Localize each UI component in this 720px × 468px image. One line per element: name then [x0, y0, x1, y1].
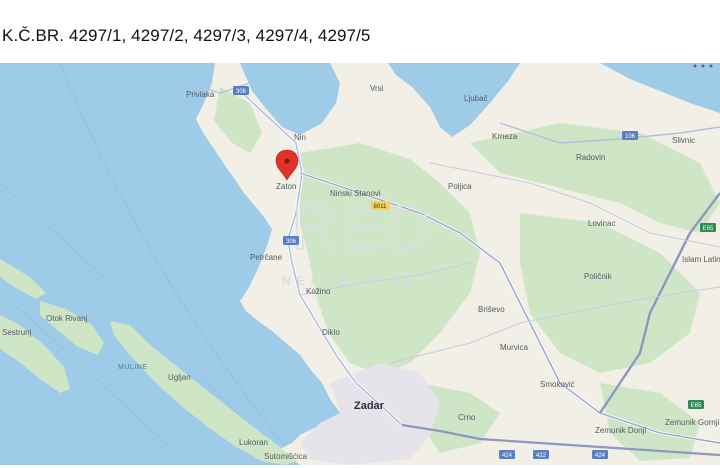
- shield-422-label: 422: [536, 453, 547, 459]
- shield-e65-south: E65: [688, 400, 704, 409]
- label-islam-latin: Islam Latins: [682, 255, 720, 264]
- shield-306-south: 306: [283, 236, 299, 245]
- label-lovinac: Lovinac: [588, 219, 616, 228]
- label-ninski-stanovi: Ninski Stanovi: [330, 189, 381, 198]
- shield-106-label: 106: [625, 134, 636, 140]
- shield-e65-north: E65: [700, 223, 716, 232]
- label-vrsi: Vrsi: [370, 84, 384, 93]
- shield-422: 422: [533, 450, 549, 459]
- label-diklo: Diklo: [322, 328, 340, 337]
- shield-424-east-label: 424: [595, 453, 606, 459]
- label-otok-rivanj: Otok Rivanj: [46, 314, 88, 323]
- label-muline: MULINE: [118, 364, 147, 371]
- label-zemunik-donji: Zemunik Donji: [595, 426, 646, 435]
- label-lukoran: Lukoran: [239, 438, 268, 447]
- label-kozino: Kožino: [306, 287, 331, 296]
- label-krneza: Krneza: [492, 132, 518, 141]
- shield-8011-label: 8011: [374, 204, 388, 210]
- map-view[interactable]: RED NEKRETNINE 306 306 106 E65 8011 E65 …: [0, 63, 720, 465]
- label-poljica: Poljica: [448, 182, 472, 191]
- label-zemunik-gornji: Zemunik Gornji: [665, 418, 719, 427]
- label-radovin: Radovin: [576, 153, 605, 162]
- map-canvas[interactable]: RED NEKRETNINE 306 306 106 E65 8011 E65 …: [0, 63, 720, 465]
- shield-424-west-label: 424: [502, 453, 513, 459]
- label-murvica: Murvica: [500, 343, 529, 352]
- label-privlaka: Privlaka: [186, 90, 215, 99]
- label-petrcane: Petrčane: [250, 253, 283, 262]
- shield-306-north: 306: [233, 86, 249, 95]
- label-sutomiscica: Sutomišćica: [264, 452, 308, 461]
- label-nin: Nin: [294, 133, 306, 142]
- shield-306-north-label: 306: [236, 89, 247, 95]
- page-title: K.Č.BR. 4297/1, 4297/2, 4297/3, 4297/4, …: [2, 26, 371, 45]
- label-zadar: Zadar: [354, 400, 385, 412]
- label-slivnic: Slivnic: [672, 136, 695, 145]
- label-sestrunj: Sestrunj: [2, 328, 32, 337]
- shield-306-south-label: 306: [286, 239, 297, 245]
- shield-424-east: 424: [592, 450, 608, 459]
- shield-e65-south-label: E65: [691, 403, 702, 409]
- watermark-logo: RED: [292, 194, 435, 263]
- shield-8011: 8011: [371, 201, 390, 210]
- watermark-subtitle: NEKRETNINE: [282, 274, 419, 288]
- shield-e65-north-label: E65: [703, 226, 714, 232]
- label-smokovic: Smoković: [540, 380, 575, 389]
- label-crno: Crno: [458, 413, 476, 422]
- label-zaton: Zaton: [276, 182, 296, 191]
- label-policnik: Poličnik: [584, 272, 613, 281]
- label-brisevo: Briševo: [478, 305, 505, 314]
- label-ljubac: Ljubač: [464, 94, 488, 103]
- label-ugljan: Ugljan: [168, 373, 191, 382]
- shield-424-west: 424: [499, 450, 515, 459]
- shield-106: 106: [622, 131, 638, 140]
